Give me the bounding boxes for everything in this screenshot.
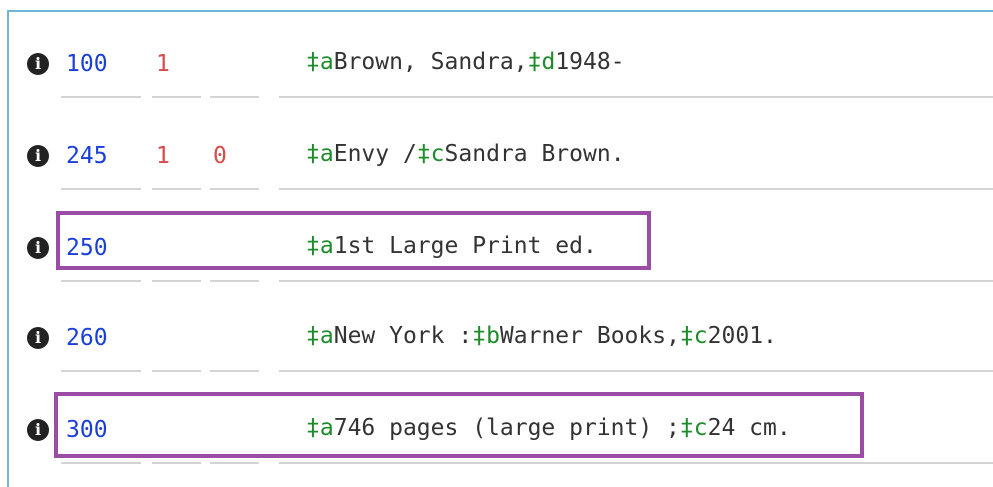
marc-field-row: i 245 1 0 ‡aEnvy /‡cSandra Brown.: [0, 110, 993, 202]
field-content[interactable]: ‡aEnvy /‡cSandra Brown.: [306, 140, 625, 168]
info-icon[interactable]: i: [27, 237, 49, 259]
info-icon[interactable]: i: [27, 53, 49, 75]
subfield-text: 24 cm.: [707, 415, 791, 441]
ind1-underline: [152, 370, 201, 372]
subfield-text: 1st Large Print ed.: [333, 233, 597, 259]
field-tag[interactable]: 245: [66, 142, 108, 170]
tag-underline: [61, 280, 141, 282]
ind1-underline: [152, 188, 201, 190]
subfield-text: New York :: [333, 323, 473, 349]
tag-underline: [61, 96, 141, 98]
subfield-text: 2001.: [707, 323, 777, 349]
indicator-1[interactable]: 1: [156, 142, 170, 170]
subfield-code: ‡c: [416, 141, 445, 167]
subfield-text: Sandra Brown.: [444, 141, 625, 167]
field-tag[interactable]: 250: [66, 234, 108, 262]
subfield-code: ‡b: [472, 323, 500, 349]
info-icon[interactable]: i: [27, 145, 49, 167]
subfield-code: ‡c: [679, 323, 708, 349]
indicator-2[interactable]: 0: [213, 142, 227, 170]
ind2-underline: [210, 188, 259, 190]
subfield-text: Warner Books,: [499, 323, 680, 349]
marc-field-row: i 260 ‡aNew York :‡bWarner Books,‡c2001.: [0, 294, 993, 386]
subfield-code: ‡a: [306, 323, 334, 349]
field-content[interactable]: ‡aBrown, Sandra,‡d1948-: [306, 48, 625, 76]
ind1-underline: [152, 280, 201, 282]
subfield-code: ‡a: [306, 415, 334, 441]
ind1-underline: [152, 462, 201, 464]
ind2-underline: [210, 280, 259, 282]
field-tag[interactable]: 300: [66, 416, 108, 444]
info-icon[interactable]: i: [27, 327, 49, 349]
field-content[interactable]: ‡aNew York :‡bWarner Books,‡c2001.: [306, 322, 777, 350]
ind1-underline: [152, 96, 201, 98]
subfield-code: ‡a: [306, 233, 334, 259]
ind2-underline: [210, 96, 259, 98]
ind2-underline: [210, 370, 259, 372]
subfield-text: Brown, Sandra,: [333, 49, 528, 75]
content-underline: [279, 96, 993, 98]
tag-underline: [61, 370, 141, 372]
marc-field-row: i 300 ‡a746 pages (large print) ;‡c24 cm…: [0, 386, 993, 478]
indicator-1[interactable]: 1: [156, 50, 170, 78]
subfield-code: ‡d: [527, 49, 556, 75]
info-icon[interactable]: i: [27, 419, 49, 441]
tag-underline: [61, 462, 141, 464]
marc-field-row: i 250 ‡a1st Large Print ed.: [0, 202, 993, 294]
subfield-code: ‡a: [306, 49, 334, 75]
subfield-code: ‡c: [679, 415, 708, 441]
content-underline: [279, 370, 993, 372]
subfield-text: 1948-: [555, 49, 625, 75]
field-tag[interactable]: 260: [66, 324, 108, 352]
marc-field-row: i 100 1 ‡aBrown, Sandra,‡d1948-: [0, 18, 993, 110]
subfield-text: 746 pages (large print) ;: [333, 415, 680, 441]
field-tag[interactable]: 100: [66, 50, 108, 78]
subfield-text: Envy /: [333, 141, 417, 167]
content-underline: [279, 280, 993, 282]
subfield-code: ‡a: [306, 141, 334, 167]
field-content[interactable]: ‡a746 pages (large print) ;‡c24 cm.: [306, 414, 791, 442]
content-underline: [279, 188, 993, 190]
tag-underline: [61, 188, 141, 190]
content-underline: [279, 462, 993, 464]
field-content[interactable]: ‡a1st Large Print ed.: [306, 232, 597, 260]
ind2-underline: [210, 462, 259, 464]
